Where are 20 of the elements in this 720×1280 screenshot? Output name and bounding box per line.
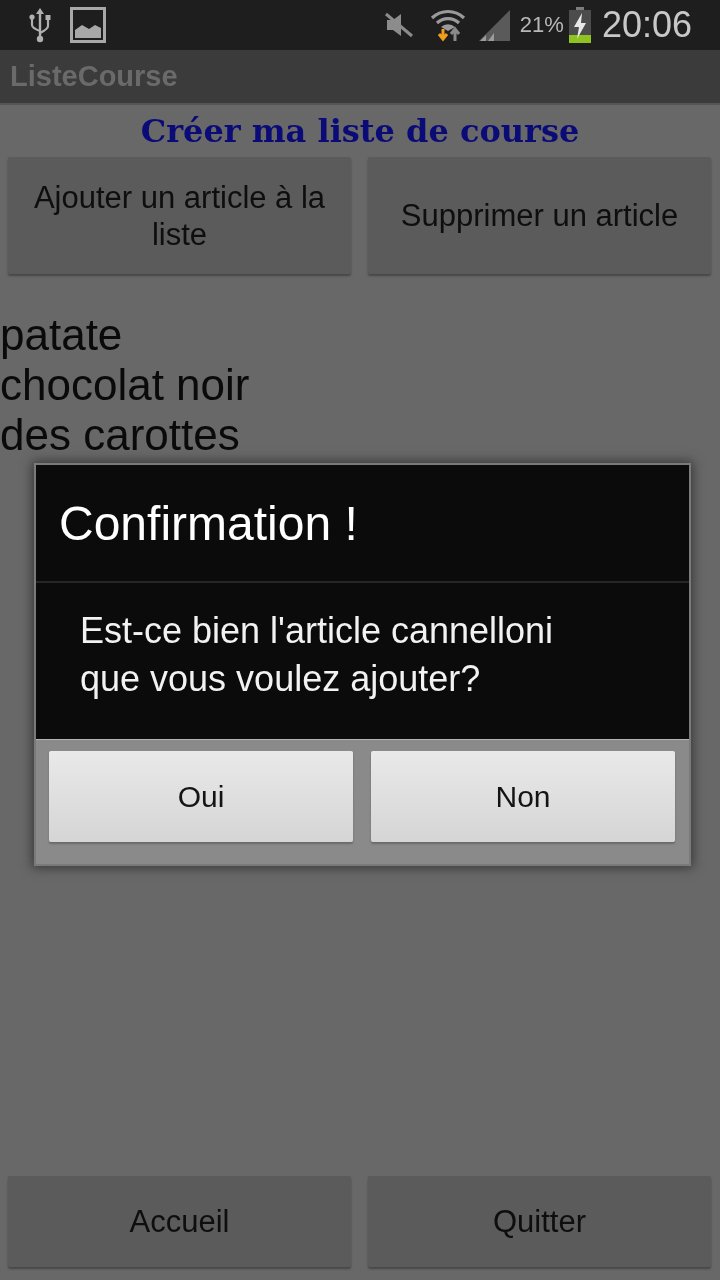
dialog-button[interactable]: Oui (49, 751, 353, 842)
list-item: chocolat noir (0, 360, 250, 410)
usb-icon (28, 7, 52, 43)
page-heading: Créer ma liste de course (140, 111, 580, 151)
wifi-icon (429, 7, 466, 43)
dialog-title: Confirmation ! (59, 495, 358, 551)
image-icon (70, 7, 106, 43)
nav-button[interactable]: Accueil (8, 1176, 351, 1267)
nav-button[interactable]: Quitter (368, 1176, 711, 1267)
clock-time: 20:06 (601, 4, 692, 46)
battery-charging-icon (567, 7, 592, 43)
list-item: patate (0, 310, 123, 360)
action-button[interactable]: Ajouter un article à la liste (8, 157, 351, 274)
dialog-button[interactable]: Non (371, 751, 675, 842)
action-button[interactable]: Supprimer un article (368, 157, 711, 274)
dialog-message: Est-ce bien l'article cannelloni que vous voulez ajouter? (79, 609, 555, 701)
mute-icon (383, 12, 414, 38)
signal-icon (477, 9, 510, 41)
battery-percent: 21% (519, 12, 564, 38)
list-item: des carottes (0, 410, 240, 460)
